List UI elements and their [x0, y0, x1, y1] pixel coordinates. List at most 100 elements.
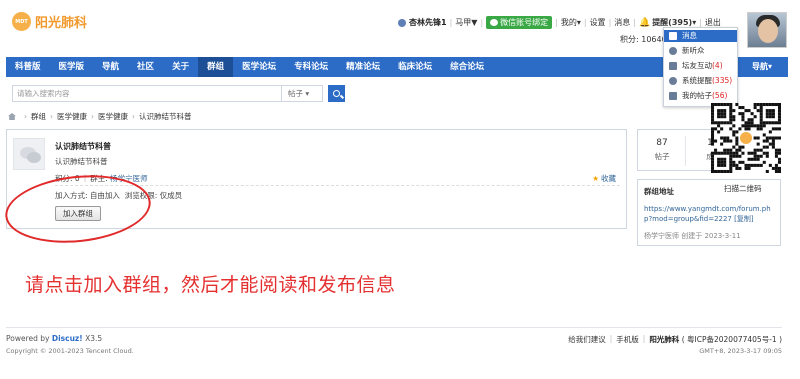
qr-module: [729, 103, 733, 107]
search-type-select[interactable]: 帖子 ▾: [281, 85, 323, 102]
qr-module: [735, 142, 739, 146]
nav-item[interactable]: 社区: [128, 57, 163, 77]
qr-module: [717, 130, 721, 134]
qr-module: [753, 103, 757, 107]
feedback-link[interactable]: 给我们建议: [568, 334, 606, 345]
home-icon[interactable]: [8, 113, 16, 120]
site-logo[interactable]: MDT 阳光肺科: [12, 12, 87, 31]
qr-module: [738, 112, 742, 116]
powered-prefix: Powered by: [6, 334, 52, 343]
qr-module: [756, 109, 760, 113]
nav-item[interactable]: 精准论坛: [337, 57, 389, 77]
group-created-info: 杨学宁医师 创建于 2023-3-11: [644, 232, 741, 240]
icp-link[interactable]: ( 粤ICP备2020077405号-1 ): [682, 334, 782, 345]
qr-module: [720, 163, 724, 167]
nav-item[interactable]: 医学论坛: [233, 57, 285, 77]
qr-module: [753, 148, 757, 152]
qr-module: [735, 163, 739, 167]
breadcrumb-subcategory[interactable]: 医学健康: [98, 111, 128, 122]
qr-module: [750, 157, 754, 161]
username-link[interactable]: 杏林先锋1: [398, 17, 447, 28]
nav-item[interactable]: 关于: [163, 57, 198, 77]
qr-module: [765, 115, 769, 119]
qr-module: [720, 151, 724, 155]
envelope-icon: [669, 32, 677, 40]
qr-module: [720, 160, 724, 164]
nav-item[interactable]: 综合论坛: [441, 57, 493, 77]
nav-item[interactable]: 专科论坛: [285, 57, 337, 77]
qr-module: [747, 109, 751, 113]
dropdown-item-my-posts[interactable]: 我的帖子(56): [664, 90, 737, 102]
search-button[interactable]: [328, 85, 345, 102]
qr-module: [723, 139, 727, 143]
breadcrumb-current[interactable]: 认识肺结节科普: [139, 111, 192, 122]
nav-item[interactable]: 医学版: [50, 57, 94, 77]
qr-module: [765, 109, 769, 113]
qr-module: [729, 121, 733, 125]
powered-brand[interactable]: Discuz!: [52, 334, 83, 343]
qr-module: [723, 148, 727, 152]
group-title[interactable]: 认识肺结节科普: [55, 141, 111, 152]
site-name-link[interactable]: 阳光肺科: [649, 334, 679, 345]
qr-module: [714, 169, 718, 173]
qr-module: [774, 166, 778, 170]
powered-by: Powered by Discuz! X3.5: [6, 334, 102, 343]
qr-module: [774, 121, 778, 125]
separator: |: [608, 18, 612, 27]
qr-module: [762, 151, 766, 155]
username-text: 杏林先锋1: [409, 18, 447, 27]
qr-module: [711, 109, 715, 113]
search-input[interactable]: 请输入搜索内容: [12, 85, 282, 102]
qr-module: [729, 160, 733, 164]
avatar[interactable]: [747, 12, 787, 48]
separator: |: [699, 18, 702, 27]
qr-module: [717, 157, 721, 161]
breadcrumb-category[interactable]: 医学健康: [57, 111, 87, 122]
qr-module: [717, 103, 721, 107]
qr-module: [732, 154, 736, 158]
qr-module: [723, 151, 727, 155]
qr-module: [717, 160, 721, 164]
dropdown-item-new-followers[interactable]: 新听众: [664, 45, 737, 57]
group-address-title: 群组地址: [644, 187, 674, 196]
dropdown-item-label: 坛友互动: [682, 61, 712, 70]
notification-dropdown: × 消息 新听众 坛友互动(4) 系统提醒(335) 我的帖子(56): [663, 27, 738, 107]
people-icon: [669, 62, 677, 70]
qr-module: [756, 154, 760, 158]
my-menu[interactable]: 我的▾: [561, 17, 581, 28]
dropdown-item-system[interactable]: 系统提醒(335): [664, 75, 737, 87]
qr-code: [711, 103, 781, 173]
nav-item[interactable]: 临床论坛: [389, 57, 441, 77]
qr-module: [714, 151, 718, 155]
breadcrumb-separator: ›: [24, 112, 27, 121]
nav-item[interactable]: 科普版: [6, 57, 50, 77]
qr-module: [717, 163, 721, 167]
qr-module: [735, 130, 739, 134]
qr-module: [729, 166, 733, 170]
dropdown-item-interactions[interactable]: 坛友互动(4): [664, 60, 737, 72]
qr-module: [735, 136, 739, 140]
qr-module: [717, 109, 721, 113]
separator: |: [480, 18, 484, 27]
wechat-bind-button[interactable]: 微信账号绑定: [486, 16, 553, 29]
dropdown-item-messages[interactable]: 消息: [664, 30, 737, 42]
qr-module: [771, 136, 775, 140]
qr-module: [777, 157, 781, 161]
qr-module: [723, 169, 727, 173]
breadcrumb-groups[interactable]: 群组: [31, 111, 46, 122]
qr-module: [711, 139, 715, 143]
qr-module: [723, 163, 727, 167]
qr-module: [717, 124, 721, 128]
qr-module: [723, 160, 727, 164]
nav-more-dropdown[interactable]: 导航▾: [748, 57, 788, 77]
settings-link[interactable]: 设置: [590, 17, 606, 28]
group-address-url[interactable]: https://www.yangmdt.com/forum.php?mod=gr…: [644, 204, 778, 224]
alt-account-dropdown[interactable]: 马甲▼: [455, 17, 477, 28]
mobile-link[interactable]: 手机版: [616, 334, 639, 345]
messages-link[interactable]: 消息: [614, 17, 630, 28]
favorite-button[interactable]: ★ 收藏: [592, 173, 616, 184]
qr-module: [720, 121, 724, 125]
nav-item[interactable]: 群组: [198, 57, 234, 77]
nav-item[interactable]: 导航: [93, 57, 128, 77]
dropdown-item-count: (4): [712, 61, 723, 70]
